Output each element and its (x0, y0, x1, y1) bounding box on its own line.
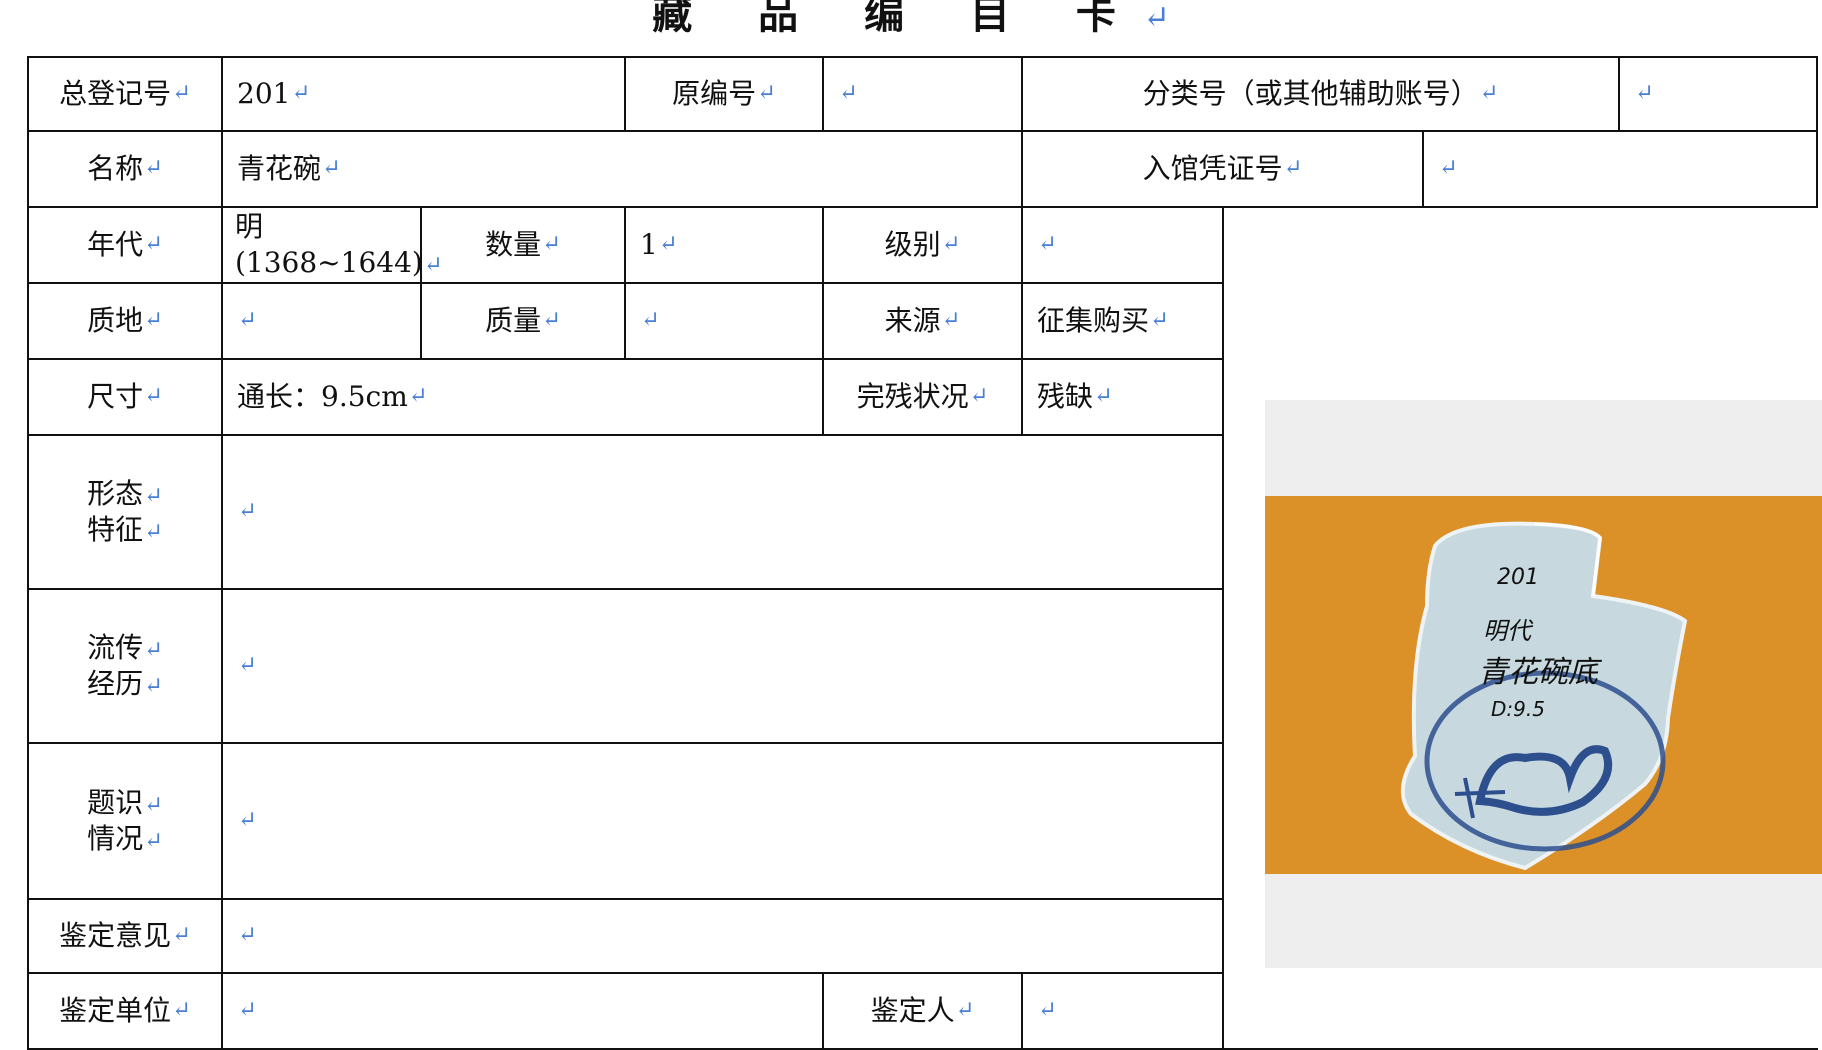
inscription-value (223, 744, 1222, 898)
inscription-size: D:9.5 (1491, 697, 1545, 721)
appraisal-unit-value (223, 974, 822, 1048)
name-value: 青花碗 (223, 132, 1021, 206)
card-title: 藏 品 编 目 卡 (0, 0, 1822, 38)
source-label: 来源 (824, 284, 1021, 358)
appraiser-value (1023, 974, 1222, 1048)
inscription-era: 明代 (1483, 617, 1534, 645)
provenance-value (223, 590, 1222, 742)
weight-label: 质量 (422, 284, 624, 358)
quantity-label: 数量 (422, 208, 624, 282)
condition-value: 残缺 (1023, 360, 1222, 434)
voucher-label: 入馆凭证号 (1023, 132, 1422, 206)
form-features-label: 形态特征 (29, 436, 221, 588)
reg-number-label: 总登记号 (29, 58, 221, 130)
grade-value (1023, 208, 1222, 282)
material-label: 质地 (29, 284, 221, 358)
catalog-table: 总登记号 201 原编号 分类号（或其他辅助账号） 名称 青花碗 入馆凭证号 年… (27, 56, 1822, 1050)
era-value: 明 (1368~1644) (223, 208, 443, 282)
artifact-photo: 201 明代 青花碗底 D:9.5 (1265, 400, 1822, 968)
appraisal-opinion-label: 鉴定意见 (29, 900, 221, 972)
era-label: 年代 (29, 208, 221, 282)
appraiser-label: 鉴定人 (824, 974, 1021, 1048)
appraisal-opinion-value (223, 900, 1222, 972)
form-features-value (223, 436, 1222, 588)
appraisal-unit-label: 鉴定单位 (29, 974, 221, 1048)
bowl-shard-illustration: 201 明代 青花碗底 D:9.5 (1265, 496, 1822, 874)
condition-label: 完残状况 (824, 360, 1021, 434)
classification-label: 分类号（或其他辅助账号） (1023, 58, 1618, 130)
name-label: 名称 (29, 132, 221, 206)
voucher-value (1424, 132, 1816, 206)
weight-value (626, 284, 822, 358)
grade-label: 级别 (824, 208, 1021, 282)
provenance-label: 流传经历 (29, 590, 221, 742)
inscription-label: 题识情况 (29, 744, 221, 898)
original-number-label: 原编号 (626, 58, 822, 130)
inscription-name: 青花碗底 (1478, 655, 1603, 690)
inscription-number: 201 (1497, 565, 1539, 590)
material-value (223, 284, 420, 358)
classification-value (1620, 58, 1816, 130)
reg-number-value: 201 (223, 58, 624, 130)
size-value: 通长：9.5cm (223, 360, 822, 434)
size-label: 尺寸 (29, 360, 221, 434)
original-number-value (824, 58, 1021, 130)
quantity-value: 1 (626, 208, 822, 282)
source-value: 征集购买 (1023, 284, 1222, 358)
